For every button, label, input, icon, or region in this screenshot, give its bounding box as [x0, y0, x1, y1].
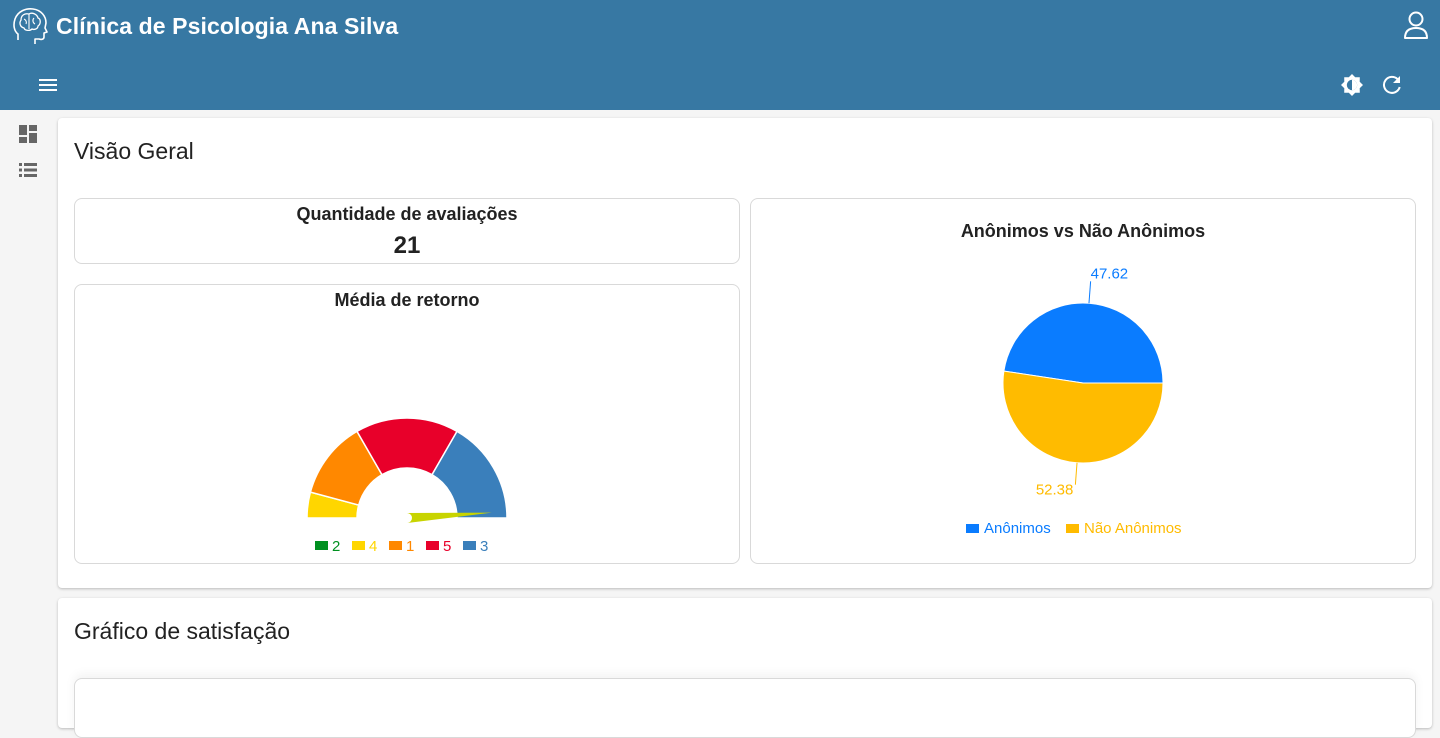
- gauge-legend-label: 2: [332, 538, 340, 555]
- user-icon[interactable]: [1402, 10, 1430, 40]
- app-title: Clínica de Psicologia Ana Silva: [56, 12, 399, 39]
- overview-card: Visão Geral Quantidade de avaliações 21 …: [58, 118, 1432, 588]
- side-navigation: [0, 110, 58, 707]
- pie-legend-swatch: [966, 524, 979, 533]
- gauge-legend-swatch: [315, 541, 328, 550]
- pie-leader-line: [1074, 462, 1078, 485]
- gauge-legend-label: 1: [406, 538, 414, 555]
- pie-slice-anonymous: [1003, 302, 1164, 384]
- pie-chart-title: Anônimos vs Não Anônimos: [961, 221, 1205, 241]
- app-header: Clínica de Psicologia Ana Silva: [0, 0, 1440, 110]
- brand: Clínica de Psicologia Ana Silva: [12, 6, 398, 46]
- gauge-legend-swatch: [426, 541, 439, 550]
- anonymity-card: Anônimos vs Não Anônimos 47.62 52.38 Anônim…: [750, 198, 1416, 564]
- gauge-legend-swatch: [463, 541, 476, 550]
- pie-data-label: 47.62: [1091, 265, 1129, 282]
- menu-icon[interactable]: [36, 75, 60, 95]
- pie-legend-swatch: [1066, 524, 1079, 533]
- list-icon[interactable]: [16, 158, 40, 182]
- evaluation-count-card: Quantidade de avaliações 21: [74, 198, 740, 264]
- pie-legend-label: Anônimos: [984, 520, 1051, 537]
- gauge-legend-swatch: [389, 541, 402, 550]
- brightness-icon[interactable]: [1340, 73, 1364, 97]
- evaluation-count-value: 21: [393, 232, 421, 259]
- pie-data-label: 52.38: [1036, 482, 1074, 499]
- gauge-legend-label: 4: [369, 538, 377, 555]
- return-average-card: Média de retorno 24153: [74, 284, 740, 564]
- overview-title: Visão Geral: [74, 138, 194, 164]
- satisfaction-title: Gráfico de satisfação: [74, 618, 291, 644]
- evaluation-count-label: Quantidade de avaliações: [296, 204, 518, 224]
- refresh-icon[interactable]: [1380, 73, 1404, 97]
- gauge-chart: 2 4 1 5 3: [306, 417, 508, 555]
- satisfaction-chart-area: [74, 678, 1416, 738]
- pie-slice-non-anonymous: [1002, 370, 1164, 464]
- gauge-legend-label: 3: [480, 538, 488, 555]
- gauge-legend: 2 4 1 5 3: [315, 538, 488, 555]
- gauge-legend-swatch: [352, 541, 365, 550]
- satisfaction-card: Gráfico de satisfação: [58, 598, 1432, 738]
- dashboard-icon[interactable]: [16, 122, 40, 146]
- anonymity-pie-chart: Anônimos vs Não Anônimos 47.62 52.38 Anônim…: [961, 221, 1205, 537]
- pie-legend: Anônimos Não Anônimos: [966, 520, 1182, 537]
- brain-head-icon: [13, 8, 48, 44]
- gauge-legend-label: 5: [443, 538, 451, 555]
- pie-legend-label: Não Anônimos: [1084, 520, 1182, 537]
- pie-leader-line: [1088, 281, 1092, 304]
